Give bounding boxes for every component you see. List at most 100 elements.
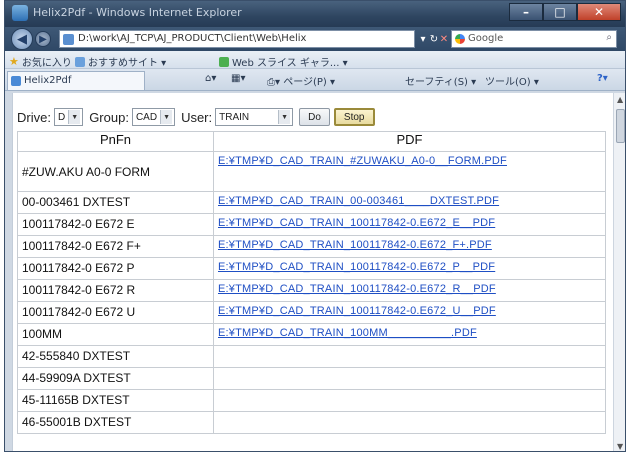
- pnfn-cell: 100MM: [17, 323, 214, 346]
- user-value: TRAIN: [219, 111, 250, 123]
- window-title: Helix2Pdf - Windows Internet Explorer: [33, 6, 242, 19]
- table-header-row: PnFn PDF: [17, 131, 606, 152]
- favorites-bar: ★ お気に入り おすすめサイト ▾ Web スライス ギャラ... ▾: [5, 51, 625, 69]
- pnfn-cell: 42-555840 DXTEST: [17, 345, 214, 368]
- chevron-down-icon: ▼: [278, 110, 291, 124]
- stop-button[interactable]: Stop: [333, 108, 375, 126]
- favorites-label: お気に入り: [21, 58, 72, 69]
- pnfn-cell: 100117842-0 E672 R: [17, 279, 214, 302]
- close-window-button[interactable]: ✕: [577, 3, 621, 21]
- column-header-pdf: PDF: [213, 131, 606, 152]
- pdf-link[interactable]: E:¥TMP¥D_CAD_TRAIN_100117842-0.E672_U__P…: [213, 301, 606, 324]
- command-bar: Helix2Pdf ⌂▾ ▦▾ ⎙▾ ページ(P) ▾ セーフティ(S) ▾ ツ…: [5, 69, 625, 91]
- fav-link-label: おすすめサイト ▾: [88, 58, 167, 69]
- app-toolbar: Drive: D ▼ Group: CAD ▼ User: TRAIN ▼ Do…: [17, 107, 379, 127]
- user-select[interactable]: TRAIN ▼: [215, 108, 294, 126]
- pdf-link[interactable]: E:¥TMP¥D_CAD_TRAIN_100117842-0.E672_P__P…: [213, 257, 606, 280]
- fav-link-label: Web スライス ギャラ... ▾: [232, 58, 348, 69]
- ie-app-icon: [12, 5, 28, 21]
- pdf-link[interactable]: E:¥TMP¥D_CAD_TRAIN_100117842-0.E672_F+.P…: [213, 235, 606, 258]
- webslice-icon: [219, 56, 229, 67]
- fav-link-webslice[interactable]: Web スライス ギャラ... ▾: [219, 54, 348, 69]
- table-row: 46-55001B DXTEST: [17, 411, 606, 434]
- tab-helix2pdf[interactable]: Helix2Pdf: [7, 71, 145, 90]
- title-bar[interactable]: Helix2Pdf - Windows Internet Explorer – …: [5, 1, 625, 27]
- address-text: D:\work\AJ_TCP\AJ_PRODUCT\Client\Web\Hel…: [78, 33, 307, 44]
- back-arrow-icon[interactable]: ◀: [11, 28, 33, 50]
- drive-value: D: [57, 111, 66, 123]
- address-dropdown-icon[interactable]: ▾: [417, 30, 429, 48]
- results-table: PnFn PDF #ZUW.AKU A0-0 FORM E:¥TMP¥D_CAD…: [17, 131, 606, 434]
- group-value: CAD: [135, 111, 158, 123]
- forward-arrow-icon[interactable]: ▶: [35, 31, 51, 47]
- pdf-link[interactable]: E:¥TMP¥D_CAD_TRAIN_#ZUWAKU_A0-0__FORM.PD…: [213, 151, 606, 192]
- stop-loading-icon[interactable]: ✕: [439, 30, 449, 48]
- minimize-button[interactable]: –: [509, 3, 543, 21]
- feeds-icon[interactable]: ▦▾: [231, 73, 245, 84]
- column-header-pnfn: PnFn: [17, 131, 214, 152]
- drive-label: Drive:: [17, 109, 51, 125]
- refresh-icon[interactable]: ↻: [429, 30, 439, 48]
- pdf-cell-empty: [213, 367, 606, 390]
- browser-window: Helix2Pdf - Windows Internet Explorer – …: [4, 0, 626, 452]
- print-icon[interactable]: ⎙▾ ページ(P) ▾: [267, 73, 335, 88]
- fav-link-recommended[interactable]: おすすめサイト ▾: [75, 54, 166, 69]
- table-row: 100117842-0 E672 R E:¥TMP¥D_CAD_TRAIN_10…: [17, 279, 606, 302]
- navigation-bar: ◀ ▶ D:\work\AJ_TCP\AJ_PRODUCT\Client\Web…: [5, 27, 625, 51]
- pdf-cell-empty: [213, 345, 606, 368]
- help-icon[interactable]: ?▾: [597, 73, 608, 84]
- menu-tools[interactable]: ツール(O) ▾: [485, 73, 539, 88]
- pnfn-cell: 45-11165B DXTEST: [17, 389, 214, 412]
- page-content: Drive: D ▼ Group: CAD ▼ User: TRAIN ▼ Do…: [12, 93, 614, 451]
- window-controls: – □ ✕: [509, 3, 621, 21]
- home-icon[interactable]: ⌂▾: [205, 73, 216, 84]
- tab-page-icon: [11, 76, 21, 86]
- maximize-button[interactable]: □: [543, 3, 577, 21]
- pnfn-cell: #ZUW.AKU A0-0 FORM: [17, 151, 214, 192]
- table-row: 44-59909A DXTEST: [17, 367, 606, 390]
- scroll-down-icon[interactable]: ▼: [617, 442, 623, 451]
- tab-label: Helix2Pdf: [24, 75, 72, 86]
- menu-safety[interactable]: セーフティ(S) ▾: [405, 73, 476, 88]
- table-row: 100117842-0 E672 U E:¥TMP¥D_CAD_TRAIN_10…: [17, 301, 606, 324]
- table-row: 100117842-0 E672 E E:¥TMP¥D_CAD_TRAIN_10…: [17, 213, 606, 236]
- pdf-link[interactable]: E:¥TMP¥D_CAD_TRAIN_100MM__________.PDF: [213, 323, 606, 346]
- pdf-cell-empty: [213, 389, 606, 412]
- table-row: #ZUW.AKU A0-0 FORM E:¥TMP¥D_CAD_TRAIN_#Z…: [17, 151, 606, 192]
- vertical-scrollbar[interactable]: ▲ ▼: [613, 93, 625, 451]
- pdf-link[interactable]: E:¥TMP¥D_CAD_TRAIN_100117842-0.E672_E__P…: [213, 213, 606, 236]
- table-row: 100117842-0 E672 F+ E:¥TMP¥D_CAD_TRAIN_1…: [17, 235, 606, 258]
- table-row: 100117842-0 E672 P E:¥TMP¥D_CAD_TRAIN_10…: [17, 257, 606, 280]
- pnfn-cell: 100117842-0 E672 P: [17, 257, 214, 280]
- search-placeholder: Google: [468, 33, 504, 44]
- page-icon: [63, 34, 74, 45]
- pnfn-cell: 00-003461 DXTEST: [17, 191, 214, 214]
- favorites-button[interactable]: ★ お気に入り: [9, 54, 72, 69]
- do-button[interactable]: Do: [299, 108, 330, 126]
- scroll-up-icon[interactable]: ▲: [617, 95, 623, 104]
- drive-select[interactable]: D ▼: [53, 108, 84, 126]
- pnfn-cell: 44-59909A DXTEST: [17, 367, 214, 390]
- search-input[interactable]: Google ⌕: [451, 30, 617, 48]
- user-label: User:: [181, 109, 213, 125]
- group-select[interactable]: CAD ▼: [131, 108, 176, 126]
- chevron-down-icon: ▼: [68, 110, 81, 124]
- chevron-down-icon: ▼: [160, 110, 173, 124]
- pnfn-cell: 100117842-0 E672 U: [17, 301, 214, 324]
- pdf-link[interactable]: E:¥TMP¥D_CAD_TRAIN_100117842-0.E672_R__P…: [213, 279, 606, 302]
- group-label: Group:: [89, 109, 129, 125]
- table-row: 100MM E:¥TMP¥D_CAD_TRAIN_100MM__________…: [17, 323, 606, 346]
- favorites-star-icon: ★: [9, 55, 19, 68]
- link-icon: [75, 56, 85, 67]
- table-row: 45-11165B DXTEST: [17, 389, 606, 412]
- table-row: 00-003461 DXTEST E:¥TMP¥D_CAD_TRAIN_00-0…: [17, 191, 606, 214]
- scroll-thumb[interactable]: [616, 109, 625, 143]
- address-bar[interactable]: D:\work\AJ_TCP\AJ_PRODUCT\Client\Web\Hel…: [59, 30, 415, 48]
- pnfn-cell: 100117842-0 E672 E: [17, 213, 214, 236]
- pnfn-cell: 46-55001B DXTEST: [17, 411, 214, 434]
- pnfn-cell: 100117842-0 E672 F+: [17, 235, 214, 258]
- search-icon[interactable]: ⌕: [606, 32, 612, 43]
- pdf-cell-empty: [213, 411, 606, 434]
- pdf-link[interactable]: E:¥TMP¥D_CAD_TRAIN_00-003461____DXTEST.P…: [213, 191, 606, 214]
- google-icon: [455, 34, 465, 44]
